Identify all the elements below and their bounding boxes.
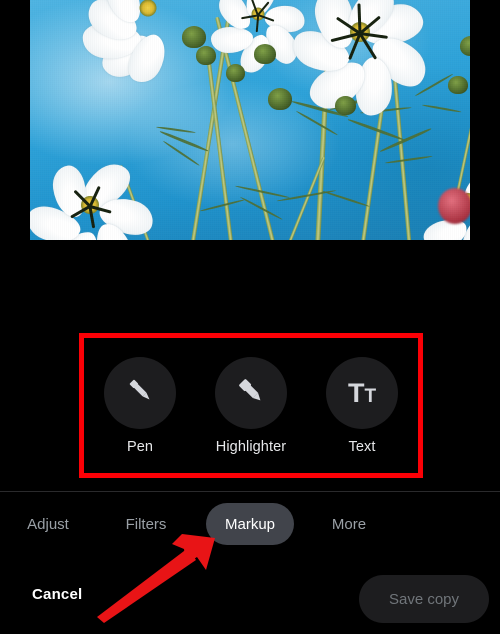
markup-tool-pen[interactable]: Pen xyxy=(94,338,186,455)
tab-filters-label: Filters xyxy=(125,515,167,533)
tab-adjust[interactable]: Adjust xyxy=(18,503,78,545)
tab-more[interactable]: More xyxy=(323,503,375,545)
text-icon-glyph-big: T xyxy=(347,377,365,408)
highlighter-label: Highlighter xyxy=(215,439,287,455)
save-copy-label: Save copy xyxy=(388,590,460,608)
tab-more-label: More xyxy=(331,515,367,533)
pen-icon xyxy=(123,374,157,413)
markup-tools-panel: Pen Highlighter TT Text xyxy=(84,338,418,473)
photo-grain-overlay xyxy=(30,0,470,240)
cancel-label: Cancel xyxy=(32,586,83,603)
highlighter-icon xyxy=(234,374,268,413)
save-copy-button[interactable]: Save copy xyxy=(359,575,489,623)
text-icon-glyph-small: T xyxy=(364,385,377,407)
pen-label: Pen xyxy=(126,439,154,455)
text-label: Text xyxy=(348,439,376,455)
text-size-icon: TT xyxy=(347,377,377,408)
pen-button[interactable] xyxy=(104,357,176,429)
tab-markup[interactable]: Markup xyxy=(206,503,294,545)
edit-mode-tabs: Adjust Filters Markup More xyxy=(0,503,500,551)
highlighter-button[interactable] xyxy=(215,357,287,429)
tab-markup-label: Markup xyxy=(224,515,276,533)
markup-tool-text[interactable]: TT Text xyxy=(316,338,408,455)
tab-filters[interactable]: Filters xyxy=(115,503,177,545)
photo-preview[interactable] xyxy=(30,0,470,240)
tab-adjust-label: Adjust xyxy=(27,515,69,533)
cancel-button[interactable]: Cancel xyxy=(32,586,82,603)
toolbar-divider xyxy=(0,491,500,492)
text-button[interactable]: TT xyxy=(326,357,398,429)
markup-tool-highlighter[interactable]: Highlighter xyxy=(205,338,297,455)
